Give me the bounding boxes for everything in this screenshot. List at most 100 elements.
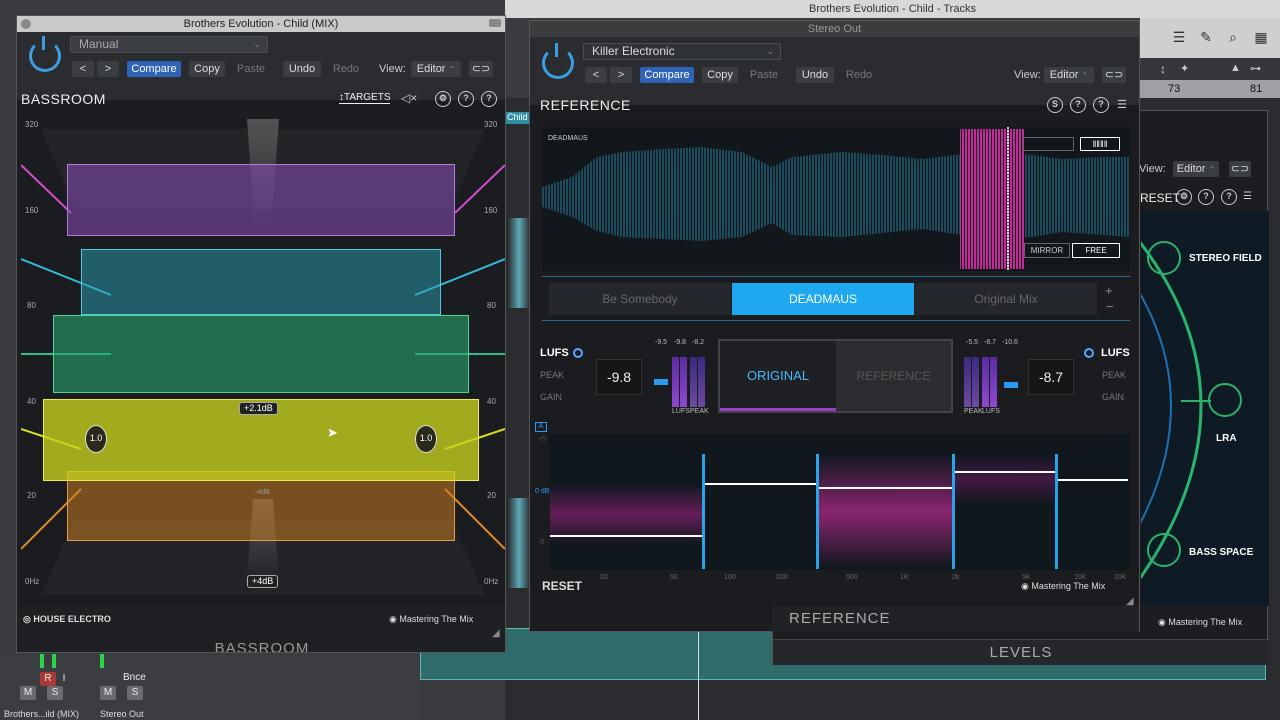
genre-target-button[interactable]: ◎ HOUSE ELECTRO [23, 614, 111, 625]
q-knob-right[interactable]: 1.0 [415, 425, 437, 453]
help-icon[interactable]: ? [1093, 97, 1109, 113]
help-icon[interactable]: ? [481, 91, 497, 107]
paste-button[interactable]: Paste [231, 61, 271, 77]
tab-deadmaus[interactable]: DEADMAUS [732, 283, 914, 315]
band-cyan[interactable] [81, 249, 441, 315]
compare-button[interactable]: Compare [127, 61, 181, 77]
back-button[interactable]: < [72, 61, 94, 77]
reference-button[interactable]: REFERENCE [836, 341, 951, 411]
resize-handle-icon[interactable]: ◢ [492, 628, 500, 639]
compare-button[interactable]: Compare [640, 67, 694, 83]
add-track-button[interactable]: + [1105, 283, 1113, 298]
copy-button[interactable]: Copy [702, 67, 738, 83]
eq-band-level[interactable] [955, 471, 1055, 473]
undo-button[interactable]: Undo [796, 67, 834, 83]
solo-button[interactable]: S [127, 686, 143, 700]
eq-band-divider[interactable] [702, 454, 705, 569]
reset-label[interactable]: RESET [1140, 191, 1180, 205]
eq-band-divider[interactable] [816, 454, 819, 569]
bass-space-icon[interactable] [1147, 533, 1181, 567]
paste-button[interactable]: Paste [744, 67, 784, 83]
waveform-display[interactable]: DEADMAUS ‖‖‖‖ MIRROR FREE [542, 127, 1130, 271]
input-button[interactable]: I [56, 672, 72, 686]
redo-button[interactable]: Redo [840, 67, 878, 83]
window-toggle-icon[interactable] [489, 19, 501, 27]
original-button[interactable]: ORIGINAL [720, 341, 836, 411]
stereo-field-icon[interactable] [1147, 241, 1181, 275]
gain-slider-handle[interactable] [1004, 382, 1018, 388]
eq-band-level[interactable] [705, 483, 816, 485]
tips-icon[interactable]: ? [1198, 189, 1214, 205]
record-button[interactable]: R [40, 672, 56, 686]
adjust-icon[interactable]: ⊶ [1250, 62, 1261, 75]
gain-slider-handle[interactable] [654, 379, 668, 385]
eq-band-level[interactable] [550, 535, 702, 537]
q-knob-left[interactable]: 1.0 [85, 425, 107, 453]
peak-mode-label[interactable]: PEAK [540, 370, 564, 380]
mute-speaker-icon[interactable]: ◁× [401, 91, 417, 105]
eq-a-button[interactable]: A [535, 422, 547, 432]
power-icon[interactable] [29, 36, 61, 72]
timeline-ruler[interactable]: 73 81 [1140, 80, 1280, 98]
view-select[interactable]: Editor ⌃ [1044, 67, 1094, 83]
sync-icon[interactable]: S [1047, 97, 1063, 113]
tips-icon[interactable]: ? [1070, 97, 1086, 113]
gain-mode-label[interactable]: GAIN [1102, 392, 1124, 402]
undo-button[interactable]: Undo [283, 61, 321, 77]
back-button[interactable]: < [585, 67, 607, 83]
settings-icon[interactable]: ⚙ [1176, 189, 1192, 205]
help-icon[interactable]: ? [1221, 189, 1237, 205]
resize-icon[interactable]: ↕ [1160, 62, 1166, 76]
menu-icon[interactable]: ☰ [1243, 191, 1255, 203]
lock-icon[interactable]: ▲ [1230, 62, 1241, 74]
preset-select[interactable]: Manual ⌄ [70, 36, 268, 53]
view-select[interactable]: Editor ⌃ [411, 61, 461, 77]
lufs-mode-label[interactable]: LUFS [540, 347, 569, 359]
menu-icon[interactable]: ☰ [1117, 98, 1127, 111]
loop-grid-icon[interactable]: ‖‖‖‖ [1080, 137, 1120, 151]
band-purple[interactable] [67, 164, 455, 236]
bounce-label[interactable]: Bnce [123, 672, 146, 683]
forward-button[interactable]: > [97, 61, 119, 77]
eq-band-divider[interactable] [1055, 454, 1058, 569]
link-button[interactable]: ⊂⊃ [1229, 161, 1251, 177]
lufs-radio[interactable] [1084, 348, 1094, 358]
solo-button[interactable]: S [47, 686, 63, 700]
note-icon[interactable]: ✎ [1195, 28, 1217, 46]
playhead[interactable] [698, 628, 699, 720]
list-icon[interactable]: ☰ [1168, 28, 1190, 46]
original-reference-toggle[interactable]: ORIGINAL REFERENCE [718, 339, 953, 413]
bass-space-label[interactable]: BASS SPACE [1189, 547, 1253, 558]
lufs-radio[interactable] [573, 348, 583, 358]
link-button[interactable]: ⊂⊃ [469, 61, 493, 77]
browser-icon[interactable]: ▦ [1250, 28, 1272, 46]
lra-label[interactable]: LRA [1216, 433, 1237, 444]
power-icon[interactable] [542, 43, 574, 79]
mute-button[interactable]: M [100, 686, 116, 700]
bassroom-eq-canvas[interactable]: +2.1dB 1.0 1.0 -4dB +4dB ➤ [21, 119, 505, 605]
peak-mode-label[interactable]: PEAK [1102, 370, 1126, 380]
eq-band-level[interactable] [819, 487, 952, 489]
copy-button[interactable]: Copy [189, 61, 225, 77]
free-button[interactable]: FREE [1072, 243, 1120, 258]
zoom-shrink-icon[interactable] [1022, 137, 1074, 151]
lra-icon[interactable] [1208, 383, 1242, 417]
tab-original-mix[interactable]: Original Mix [915, 283, 1097, 315]
mute-button[interactable]: M [20, 686, 36, 700]
eq-band-level[interactable] [1058, 479, 1128, 481]
forward-button[interactable]: > [610, 67, 632, 83]
close-window-icon[interactable] [21, 19, 31, 29]
gain-mode-label[interactable]: GAIN [540, 392, 562, 402]
tab-be-somebody[interactable]: Be Somebody [549, 283, 731, 315]
preset-select[interactable]: Killer Electronic ⌄ [583, 43, 781, 60]
targets-button[interactable]: ↕TARGETS [339, 92, 391, 104]
lufs-mode-label[interactable]: LUFS [1101, 347, 1130, 359]
band-green[interactable] [53, 315, 469, 393]
settings-icon[interactable]: ⚙ [435, 91, 451, 107]
stereo-field-label[interactable]: STEREO FIELD [1189, 253, 1262, 264]
band-orange[interactable] [67, 471, 455, 541]
tips-icon[interactable]: ? [458, 91, 474, 107]
redo-button[interactable]: Redo [327, 61, 365, 77]
remove-track-button[interactable]: − [1106, 299, 1114, 314]
search-icon[interactable]: ⌕ [1222, 28, 1244, 46]
